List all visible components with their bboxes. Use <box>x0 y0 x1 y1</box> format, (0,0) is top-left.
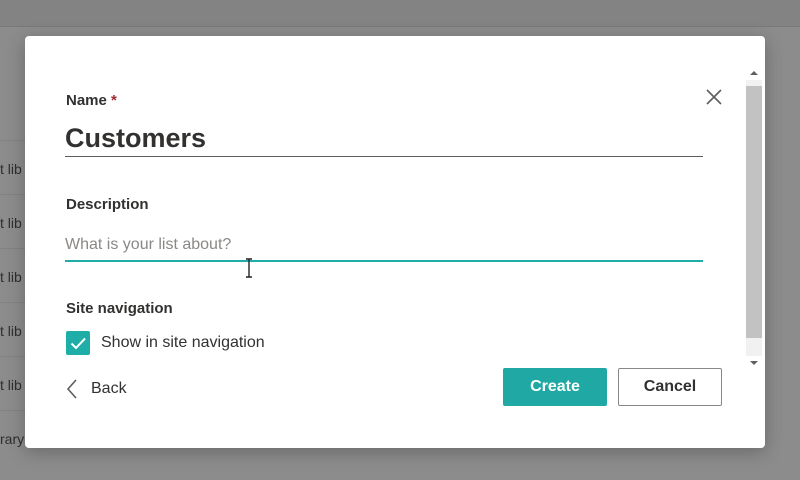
back-label: Back <box>91 380 127 397</box>
description-label: Description <box>66 196 149 213</box>
name-label-text: Name <box>66 92 107 109</box>
close-button[interactable] <box>703 86 725 108</box>
close-icon <box>706 89 722 105</box>
list-item-label: t lib <box>0 269 22 285</box>
back-button[interactable]: Back <box>65 374 127 404</box>
create-button[interactable]: Create <box>503 368 607 406</box>
list-item-label: rary <box>0 431 25 447</box>
scroll-thumb[interactable] <box>746 86 762 338</box>
list-item-label: t lib <box>0 161 22 177</box>
dialog-scrollbar[interactable] <box>742 66 764 370</box>
list-item-label: t lib <box>0 323 22 339</box>
site-navigation-label: Site navigation <box>66 300 173 317</box>
text-cursor-icon <box>246 258 252 278</box>
name-input[interactable] <box>65 120 703 157</box>
chevron-left-icon <box>66 379 77 399</box>
create-list-dialog: Name * Description Site navigation Show … <box>25 36 765 448</box>
background-top-bar <box>0 0 800 27</box>
name-field-label: Name * <box>66 92 117 109</box>
scroll-up-arrow-icon[interactable] <box>746 66 762 80</box>
list-item-label: t lib <box>0 377 22 393</box>
show-in-nav-label: Show in site navigation <box>101 334 265 351</box>
cancel-button[interactable]: Cancel <box>618 368 722 406</box>
show-in-nav-checkbox[interactable] <box>66 331 90 355</box>
description-input[interactable] <box>65 230 703 262</box>
required-marker: * <box>111 92 117 109</box>
checkmark-icon <box>70 337 86 350</box>
scroll-down-arrow-icon[interactable] <box>746 356 762 370</box>
list-item-label: t lib <box>0 215 22 231</box>
